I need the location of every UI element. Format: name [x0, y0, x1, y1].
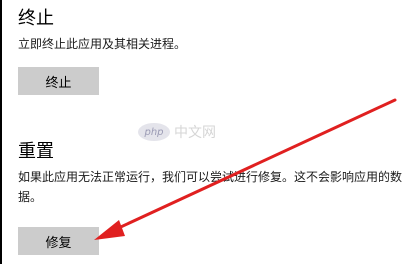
terminate-description: 立即终止此应用及其相关进程。 [18, 37, 187, 51]
php-logo: php [138, 123, 170, 141]
terminate-button[interactable]: 终止 [18, 67, 99, 95]
watermark: php 中文网 [138, 122, 216, 142]
window-left-border [0, 0, 2, 264]
repair-button[interactable]: 修复 [18, 227, 99, 255]
reset-description: 如果此应用无法正常运行，我们可以尝试进行修复。这不会影响应用的数据。 [18, 170, 403, 204]
arrow-shaft [110, 98, 397, 233]
watermark-text: 中文网 [174, 125, 216, 141]
reset-heading: 重置 [18, 141, 54, 162]
terminate-heading: 终止 [18, 8, 54, 29]
